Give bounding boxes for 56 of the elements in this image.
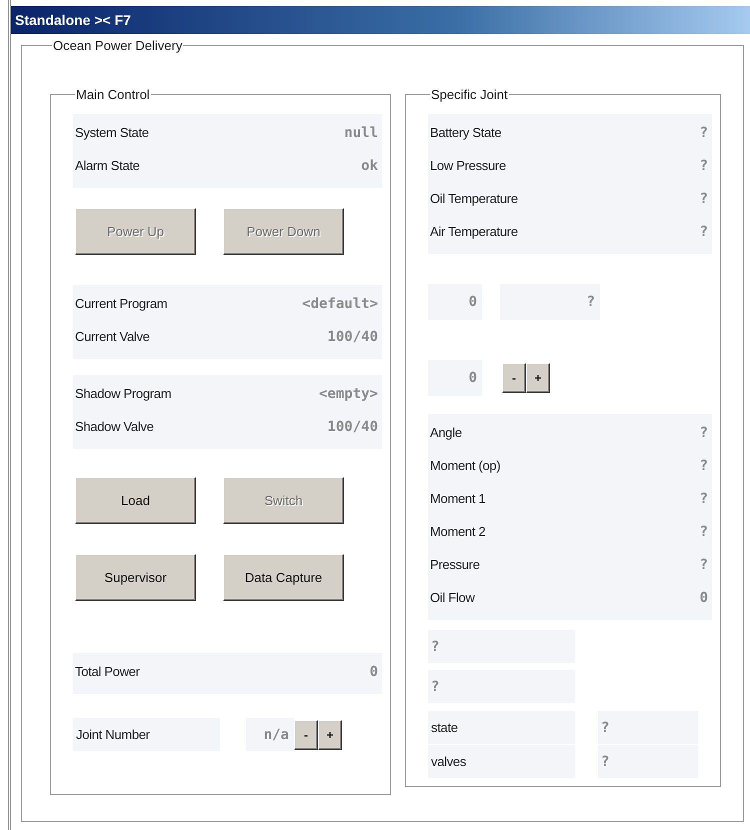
increment-button[interactable]: + — [526, 363, 550, 393]
field-value: ? — [700, 556, 708, 572]
field-label: Shadow Program — [75, 386, 172, 401]
field-label: Moment 2 — [430, 524, 486, 539]
field-label: Total Power — [75, 664, 140, 679]
field-value: ? — [431, 638, 440, 654]
field-label: System State — [75, 125, 149, 140]
field-value: null — [344, 124, 378, 140]
field-value: ? — [586, 294, 595, 310]
action-button[interactable]: Supervisor — [75, 554, 196, 601]
decrement-button[interactable]: - — [502, 363, 526, 393]
field-label: Pressure — [430, 557, 480, 572]
group-title: Ocean Power Delivery — [53, 38, 182, 53]
field-label: Battery State — [430, 125, 502, 140]
field-label: Moment 1 — [430, 491, 486, 506]
field-value: 100/40 — [327, 418, 378, 434]
field-value: ? — [700, 158, 708, 174]
field-value: ? — [700, 458, 708, 474]
field-value: ? — [700, 224, 708, 240]
field-value: ? — [700, 124, 708, 140]
field-value: ok — [361, 158, 378, 174]
field-label: valves — [431, 754, 466, 769]
field-label: state — [431, 720, 458, 735]
field-value: ? — [700, 490, 708, 506]
group-title: Specific Joint — [431, 87, 508, 102]
decrement-button[interactable]: - — [294, 720, 318, 750]
field-label: Low Pressure — [430, 158, 506, 173]
action-button[interactable]: Data Capture — [223, 554, 344, 601]
action-button[interactable]: Load — [75, 477, 196, 524]
field-label: Current Valve — [75, 329, 150, 344]
field-label: Oil Flow — [430, 590, 475, 605]
field-value: ? — [431, 678, 440, 694]
field-value: ? — [700, 524, 708, 540]
field-label: Moment (op) — [430, 458, 500, 473]
field-value: 100/40 — [327, 328, 378, 344]
field-value: ? — [601, 754, 610, 770]
field-label: Current Program — [75, 296, 168, 311]
field-label: Oil Temperature — [430, 191, 518, 206]
field-label: Alarm State — [75, 158, 140, 173]
field-value: 0 — [468, 370, 477, 386]
field-value: 0 — [700, 590, 708, 606]
field-value: 0 — [370, 664, 378, 680]
field-value: ? — [700, 424, 708, 440]
increment-button[interactable]: + — [318, 720, 342, 750]
field-label: Joint Number — [76, 727, 150, 742]
group-title: Main Control — [76, 87, 150, 102]
field-label: Shadow Valve — [75, 419, 154, 434]
field-value: <default> — [302, 296, 378, 312]
field-value: 0 — [468, 294, 477, 310]
field-label: Angle — [430, 425, 462, 440]
field-value: ? — [601, 720, 610, 736]
field-value: <empty> — [318, 386, 378, 402]
field-label: Air Temperature — [430, 224, 518, 239]
window-title: Standalone >< F7 — [15, 12, 131, 28]
field-value: ? — [700, 190, 708, 206]
field-value: n/a — [264, 726, 289, 742]
